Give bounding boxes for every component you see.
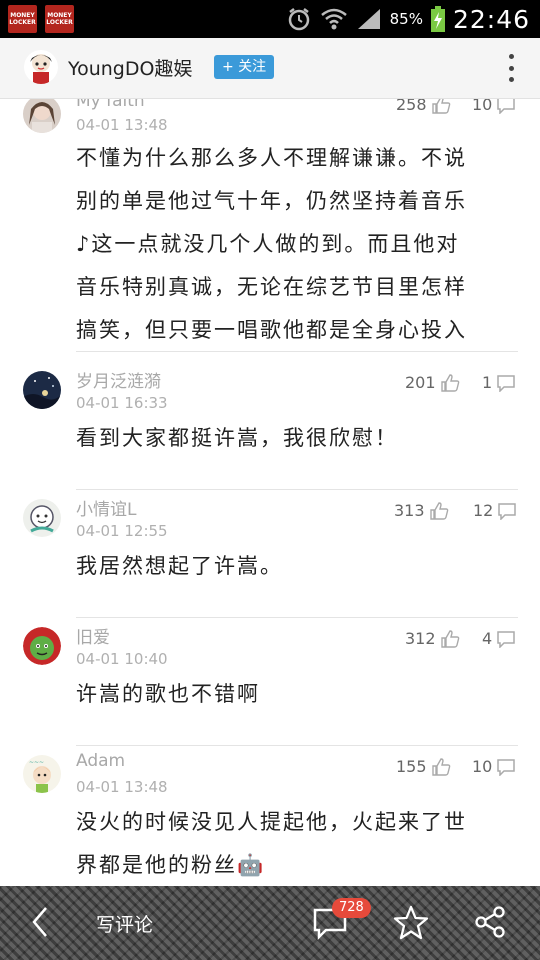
divider bbox=[76, 617, 518, 618]
like-button[interactable]: 313 bbox=[394, 501, 449, 520]
like-count: 201 bbox=[405, 373, 436, 392]
username[interactable]: Adam bbox=[76, 751, 125, 771]
divider bbox=[76, 351, 518, 352]
like-count: 258 bbox=[396, 99, 427, 114]
thumbs-up-icon bbox=[440, 629, 459, 648]
user-avatar[interactable] bbox=[23, 627, 61, 665]
thumbs-up-icon bbox=[429, 501, 448, 520]
reply-bubble-icon bbox=[497, 99, 516, 114]
divider bbox=[76, 745, 518, 746]
publisher-name[interactable]: YoungDO趣娱 bbox=[68, 54, 192, 81]
share-icon[interactable] bbox=[472, 904, 508, 940]
reply-button[interactable]: 10 bbox=[472, 99, 516, 114]
alarm-icon bbox=[288, 8, 309, 31]
like-count: 313 bbox=[394, 501, 425, 520]
bottom-action-bar: 写评论 728 bbox=[0, 886, 540, 960]
thumbs-up-icon bbox=[431, 99, 450, 114]
reply-bubble-icon bbox=[497, 758, 516, 776]
reply-count: 4 bbox=[482, 629, 493, 648]
username[interactable]: 小情谊L bbox=[76, 495, 136, 520]
comment-item: ~~~ Adam 04-01 13:48 155 10 没火的时候没见人提起他，… bbox=[0, 747, 540, 886]
follow-button[interactable]: + 关注 bbox=[214, 55, 275, 79]
comment-text: 没火的时候没见人提起他，火起来了世 界都是他的粉丝🤖 bbox=[76, 810, 467, 877]
reply-button[interactable]: 10 bbox=[472, 757, 516, 776]
like-count: 312 bbox=[405, 629, 436, 648]
reply-bubble-icon bbox=[498, 502, 517, 520]
svg-text:~~~: ~~~ bbox=[29, 759, 44, 766]
username[interactable]: My faith bbox=[76, 99, 145, 111]
comment-text: 我居然想起了许嵩。 bbox=[76, 554, 283, 578]
user-avatar[interactable] bbox=[23, 99, 61, 133]
user-avatar[interactable] bbox=[23, 499, 61, 537]
comment-list[interactable]: My faith 04-01 13:48 258 10 不懂为什么那么多人不理解… bbox=[0, 99, 540, 886]
write-comment-button[interactable]: 写评论 bbox=[96, 910, 153, 937]
comment-text: 不懂为什么那么多人不理解谦谦。不说 别的单是他过气十年，仍然坚持着音乐 ♪这一点… bbox=[76, 146, 467, 342]
battery-percentage: 85% bbox=[389, 10, 423, 28]
clock: 22:46 bbox=[452, 4, 530, 34]
like-button[interactable]: 201 bbox=[405, 373, 460, 392]
comment-time: 04-01 16:33 bbox=[76, 394, 168, 412]
more-options-icon[interactable] bbox=[508, 54, 514, 82]
reply-button[interactable]: 1 bbox=[482, 373, 516, 392]
publisher-avatar[interactable] bbox=[24, 50, 58, 84]
comment-time: 04-01 10:40 bbox=[76, 650, 168, 668]
like-button[interactable]: 155 bbox=[396, 757, 451, 776]
star-favorite-icon[interactable] bbox=[392, 904, 430, 942]
back-icon[interactable] bbox=[30, 904, 52, 940]
wifi-icon bbox=[320, 8, 347, 30]
comment-item: 小情谊L 04-01 12:55 313 12 我居然想起了许嵩。 bbox=[0, 491, 540, 619]
signal-icon bbox=[357, 9, 380, 29]
like-count: 155 bbox=[396, 757, 427, 776]
reply-bubble-icon bbox=[497, 630, 515, 648]
comment-item: My faith 04-01 13:48 258 10 不懂为什么那么多人不理解… bbox=[0, 99, 540, 352]
battery-charging-icon bbox=[430, 6, 445, 32]
reply-button[interactable]: 4 bbox=[482, 629, 516, 648]
username[interactable]: 岁月泛涟漪 bbox=[76, 367, 161, 392]
header-bar: YoungDO趣娱 + 关注 bbox=[0, 38, 540, 99]
divider bbox=[76, 489, 518, 490]
user-avatar[interactable] bbox=[23, 371, 61, 409]
comment-text: 许嵩的歌也不错啊 bbox=[76, 682, 260, 706]
like-button[interactable]: 258 bbox=[396, 99, 451, 114]
comment-item: 岁月泛涟漪 04-01 16:33 201 1 看到大家都挺许嵩，我很欣慰！ bbox=[0, 363, 540, 491]
reply-count: 1 bbox=[482, 373, 493, 392]
comment-count-badge: 728 bbox=[332, 898, 371, 918]
thumbs-up-icon bbox=[440, 373, 459, 392]
username[interactable]: 旧爱 bbox=[76, 623, 110, 648]
comment-text: 看到大家都挺许嵩，我很欣慰！ bbox=[76, 426, 398, 450]
status-bar: MONEY LOCKER MONEY LOCKER 85% 22:46 bbox=[0, 0, 540, 38]
reply-count: 10 bbox=[472, 99, 493, 114]
reply-count: 12 bbox=[473, 501, 494, 520]
like-button[interactable]: 312 bbox=[405, 629, 460, 648]
reply-count: 10 bbox=[472, 757, 493, 776]
reply-button[interactable]: 12 bbox=[473, 501, 517, 520]
user-avatar[interactable]: ~~~ bbox=[23, 755, 61, 793]
comment-time: 04-01 13:48 bbox=[76, 778, 168, 796]
comment-item: 旧爱 04-01 10:40 312 4 许嵩的歌也不错啊 bbox=[0, 619, 540, 747]
comment-time: 04-01 12:55 bbox=[76, 522, 168, 540]
money-locker-app-icon: MONEY LOCKER bbox=[8, 5, 37, 33]
thumbs-up-icon bbox=[431, 757, 450, 776]
reply-bubble-icon bbox=[497, 374, 515, 392]
money-locker-app-icon-2: MONEY LOCKER bbox=[45, 5, 74, 33]
comment-time: 04-01 13:48 bbox=[76, 116, 168, 134]
